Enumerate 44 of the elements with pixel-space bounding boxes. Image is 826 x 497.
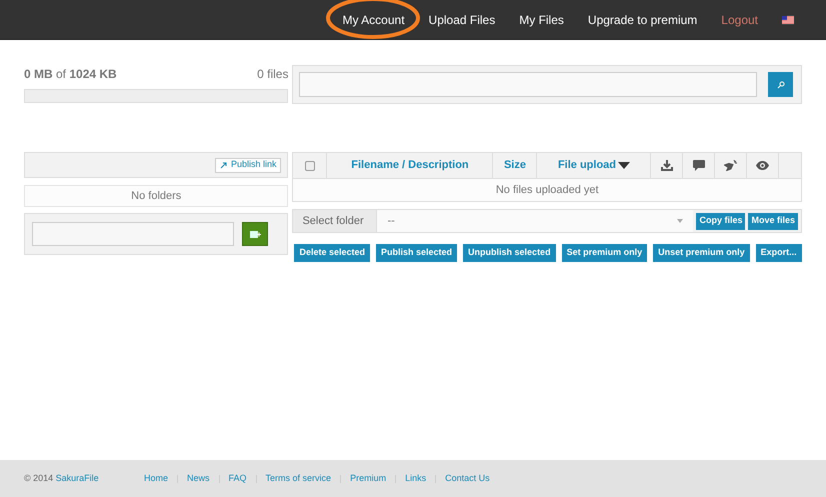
storage-usage: 0 MB of 1024 KB xyxy=(24,66,117,83)
search-field[interactable] xyxy=(299,72,758,97)
flag-icon[interactable] xyxy=(782,16,794,24)
nav-link[interactable]: Upgrade to premium xyxy=(576,10,710,28)
action-button[interactable]: Set premium only xyxy=(562,244,648,262)
eye-icon xyxy=(756,161,770,170)
select-all-checkbox[interactable] xyxy=(304,160,315,170)
comment-icon xyxy=(692,160,705,171)
footer-link[interactable]: Home xyxy=(144,472,168,486)
publish-link-button[interactable]: Publish link xyxy=(214,158,282,172)
action-button[interactable]: Export... xyxy=(756,244,802,262)
copyright-text: © 2014 SakuraFile xyxy=(24,472,100,485)
tag-icon xyxy=(724,160,738,171)
file-count: 0 files xyxy=(257,66,288,83)
nav-link[interactable]: My Files xyxy=(507,10,576,28)
add-folder-button[interactable] xyxy=(242,222,268,246)
action-button[interactable]: Publish selected xyxy=(376,244,458,262)
footer-link[interactable]: Contact Us xyxy=(445,472,490,486)
footer-link[interactable]: News xyxy=(187,472,210,486)
search-button[interactable] xyxy=(768,72,794,97)
column-header[interactable]: Size xyxy=(493,153,538,178)
column-header[interactable]: Filename / Description xyxy=(327,153,494,178)
action-button[interactable]: Delete selected xyxy=(294,244,370,262)
folder-action-button[interactable]: Move files xyxy=(748,212,798,230)
folder-action-button[interactable]: Copy files xyxy=(696,212,746,230)
add-folder-icon xyxy=(250,230,260,238)
dropdown-arrow-icon xyxy=(677,219,684,223)
action-button[interactable]: Unset premium only xyxy=(653,244,750,262)
action-button[interactable]: Unpublish selected xyxy=(463,244,556,262)
footer-link[interactable]: FAQ xyxy=(228,472,247,486)
link-icon xyxy=(220,162,227,168)
footer-link[interactable]: Terms of service xyxy=(266,472,332,486)
empty-folders-message: No folders xyxy=(24,185,288,207)
footer-link[interactable]: Links xyxy=(405,472,426,486)
nav-link[interactable]: Upload Files xyxy=(416,10,508,28)
nav-link[interactable]: Logout xyxy=(709,10,770,28)
footer-link[interactable]: Premium xyxy=(350,472,386,486)
folder-dropdown[interactable]: -- xyxy=(377,210,694,232)
download-icon xyxy=(660,160,673,171)
sort-caret-icon xyxy=(618,162,630,169)
select-folder-label: Select folder xyxy=(293,210,378,232)
column-header[interactable]: File upload xyxy=(537,153,652,178)
search-icon xyxy=(776,80,785,88)
folder-name-field[interactable] xyxy=(32,222,234,246)
